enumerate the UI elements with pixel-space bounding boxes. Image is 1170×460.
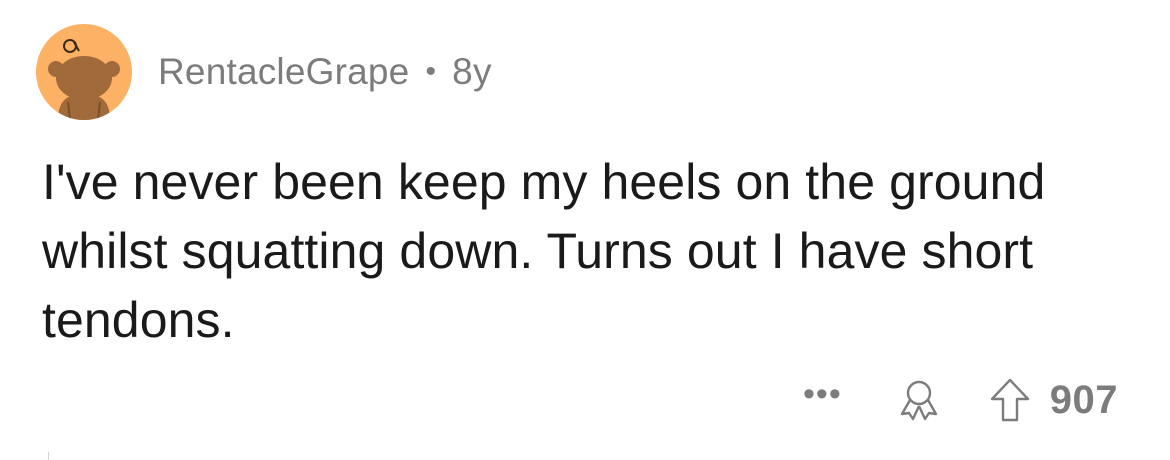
more-options-button[interactable]: ••• — [803, 377, 842, 411]
comment-actions: ••• 907 — [803, 372, 1118, 428]
divider-tick — [48, 452, 49, 460]
snoo-avatar-icon — [48, 39, 120, 120]
user-avatar[interactable] — [36, 24, 132, 120]
comment-meta: RentacleGrape • 8y — [158, 51, 492, 93]
comment-age: 8y — [452, 51, 492, 92]
award-button[interactable] — [894, 375, 944, 425]
comment-body: I've never been keep my heels on the gro… — [42, 154, 1046, 348]
comment: RentacleGrape • 8y I've never been keep … — [0, 0, 1170, 460]
comment-header: RentacleGrape • 8y — [36, 24, 492, 120]
username-link[interactable]: RentacleGrape — [158, 51, 409, 93]
upvote-arrow-icon — [990, 378, 1029, 422]
vote-score: 907 — [1049, 377, 1118, 422]
upvote-button[interactable] — [988, 375, 1032, 425]
award-icon — [900, 380, 937, 421]
meta-separator: • — [425, 55, 437, 88]
